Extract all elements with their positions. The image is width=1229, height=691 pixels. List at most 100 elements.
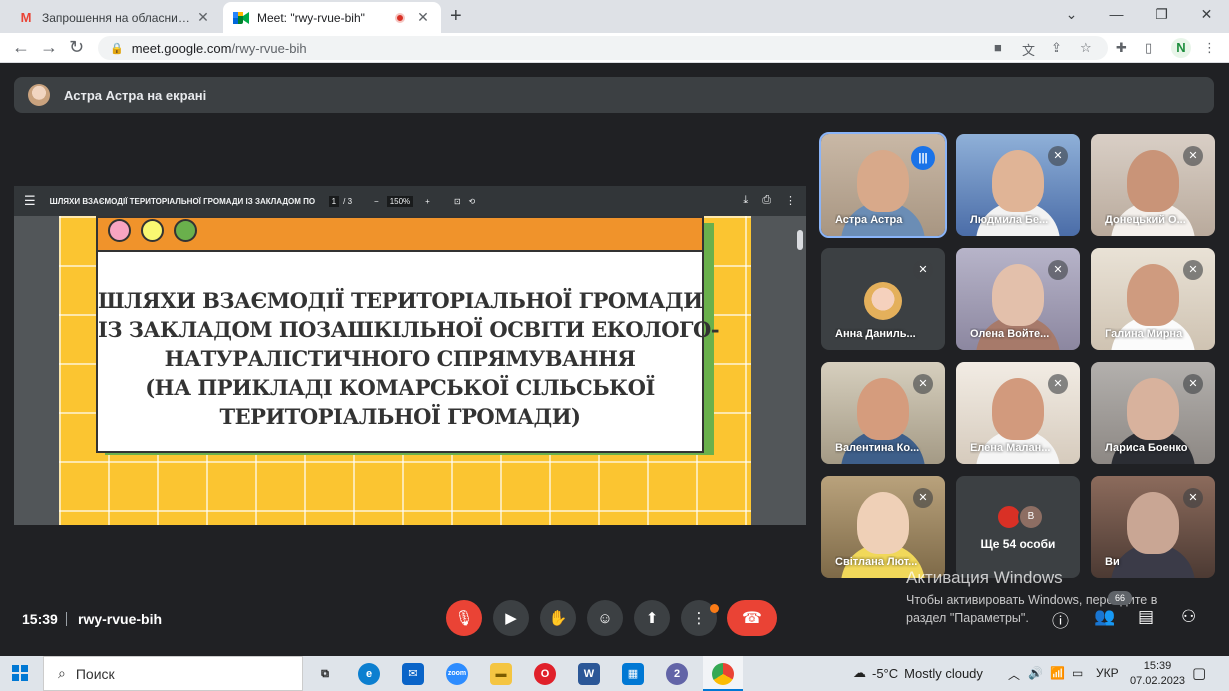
close-icon[interactable]: ✕	[195, 9, 211, 26]
taskbar-search-input[interactable]: ⌕ Поиск	[43, 656, 303, 691]
pdf-page: ШЛЯХИ ВЗАЄМОДІЇ ТЕРИТОРІАЛЬНОЇ ГРОМАДИ І…	[59, 216, 751, 525]
network-icon[interactable]: 📶	[1050, 666, 1065, 680]
smiley-icon: ☺	[597, 609, 613, 627]
camera-icon[interactable]: ■	[994, 40, 1002, 55]
tray-chevron-icon[interactable]: ︿	[1008, 666, 1020, 683]
participant-tile[interactable]: ✕ Анна Даниль...	[821, 248, 945, 350]
weather-widget[interactable]: ☁ -5°C Mostly cloudy	[853, 665, 983, 681]
new-tab-icon[interactable]: +	[450, 5, 462, 28]
participant-tile[interactable]: ||| Астра Астра	[819, 132, 947, 238]
teams-icon[interactable]: 2	[666, 663, 688, 685]
hang-up-icon: ☎	[742, 610, 762, 627]
scrollbar-thumb[interactable]	[797, 230, 803, 250]
window-close-icon[interactable]: ✕	[1184, 0, 1229, 30]
file-explorer-icon[interactable]: ▬	[490, 663, 512, 685]
mic-off-icon: ✕	[1183, 374, 1203, 394]
fit-page-icon[interactable]: ⊡	[454, 197, 461, 206]
weather-text: Mostly cloudy	[904, 665, 983, 681]
participant-face	[992, 264, 1044, 326]
present-button[interactable]: ⬆	[634, 600, 670, 636]
people-icon[interactable]: 👥	[1094, 607, 1115, 627]
opera-icon[interactable]: O	[534, 663, 556, 685]
meeting-info-icon[interactable]: ⓘ	[1052, 607, 1069, 632]
side-panel-icon[interactable]: ▯	[1145, 40, 1152, 56]
more-vert-icon[interactable]: ⋮	[785, 194, 796, 207]
back-icon[interactable]: ←	[12, 37, 30, 58]
url-input[interactable]: 🔒 meet.google.com/rwy-rvue-bih	[98, 36, 1108, 60]
pdf-zoom: − 150% + ⊡ ⟲	[374, 195, 476, 207]
more-avatars: В	[996, 504, 1044, 530]
participant-tile[interactable]: ✕ Елена Малан...	[956, 362, 1080, 464]
window-controls: ⌄ — ❐ ✕	[1049, 0, 1229, 30]
word-icon[interactable]: W	[578, 663, 600, 685]
tab-search-icon[interactable]: ⌄	[1049, 0, 1094, 30]
tab-gmail[interactable]: M Запрошення на обласний семі ✕	[8, 2, 221, 33]
mic-off-icon: ✕	[1048, 260, 1068, 280]
battery-icon[interactable]: ▭	[1072, 666, 1083, 680]
menu-dots-icon[interactable]: ⋮	[1203, 40, 1216, 56]
tab-title: Запрошення на обласний семі	[42, 10, 195, 25]
pdf-page-input[interactable]: 1	[328, 195, 340, 207]
forward-icon[interactable]: →	[40, 37, 58, 58]
chat-icon[interactable]: ▤	[1138, 607, 1154, 627]
mail-icon[interactable]: ✉	[402, 663, 424, 685]
video-camera-icon: ▶	[505, 610, 517, 627]
mic-off-icon: 🎙	[454, 610, 474, 627]
windows-start-icon[interactable]	[12, 665, 28, 681]
download-icon[interactable]: ⤓	[743, 194, 748, 207]
raise-hand-button[interactable]: ✋	[540, 600, 576, 636]
mic-toggle-button[interactable]: 🎙	[446, 600, 482, 636]
volume-icon[interactable]: 🔊	[1028, 666, 1043, 680]
zoom-out-icon[interactable]: −	[374, 197, 379, 206]
share-icon[interactable]: ⇪	[1051, 40, 1062, 56]
participant-tile[interactable]: ✕ Людмила Бе...	[956, 134, 1080, 236]
leave-call-button[interactable]: ☎	[727, 600, 777, 636]
participant-face	[1127, 378, 1179, 440]
restore-icon[interactable]: ❐	[1139, 0, 1184, 30]
print-icon[interactable]: ⎙	[762, 194, 771, 207]
more-vert-icon: ⋮	[691, 610, 707, 627]
participant-tile[interactable]: ✕ Галина Мирна	[1091, 248, 1215, 350]
extensions-icon[interactable]: ✚	[1116, 40, 1127, 56]
notification-center-icon[interactable]: ▢	[1192, 664, 1206, 682]
taskbar-clock[interactable]: 15:39 07.02.2023	[1130, 659, 1185, 689]
mic-off-icon: ✕	[913, 374, 933, 394]
slide-title-line: ТЕРИТОРІАЛЬНОЇ ГРОМАДИ)	[219, 404, 581, 429]
participant-tile-more[interactable]: В Ще 54 особи	[956, 476, 1080, 578]
pdf-scrollbar[interactable]	[796, 218, 804, 523]
zoom-level[interactable]: 150%	[386, 195, 414, 207]
participant-tile-self[interactable]: ✕ Ви	[1091, 476, 1215, 578]
profile-avatar[interactable]: N	[1171, 38, 1191, 58]
camera-toggle-button[interactable]: ▶	[493, 600, 529, 636]
edge-icon[interactable]: e	[358, 663, 380, 685]
bookmark-star-icon[interactable]: ☆	[1080, 40, 1092, 56]
present-screen-icon: ⬆	[645, 610, 659, 627]
participant-tile[interactable]: ✕ Олена Войте...	[956, 248, 1080, 350]
windows-taskbar: ⌕ Поиск ⧉ e ✉ zoom ▬ O W ▦ 2 ☁ -5°C Most…	[0, 656, 1229, 691]
store-icon[interactable]: ▦	[622, 663, 644, 685]
slide-card-header	[98, 218, 702, 252]
reload-icon[interactable]: ↻	[69, 37, 84, 58]
browser-tab-bar: M Запрошення на обласний семі ✕ Meet: "r…	[0, 0, 1229, 33]
language-indicator[interactable]: УКР	[1096, 666, 1119, 680]
hamburger-menu-icon[interactable]: ☰	[24, 193, 36, 209]
zoom-app-icon[interactable]: zoom	[446, 663, 468, 685]
close-icon[interactable]: ✕	[415, 9, 431, 26]
participant-tile[interactable]: ✕ Валентина Ко...	[821, 362, 945, 464]
participant-tile[interactable]: ✕ Донецький О...	[1091, 134, 1215, 236]
tab-meet[interactable]: Meet: "rwy-rvue-bih" ✕	[223, 2, 441, 33]
reactions-button[interactable]: ☺	[587, 600, 623, 636]
zoom-in-icon[interactable]: +	[425, 197, 430, 206]
translate-icon[interactable]: 文	[1022, 40, 1035, 59]
participant-tile[interactable]: ✕ Світлана Лют...	[821, 476, 945, 578]
shared-screen[interactable]: ☰ ШЛЯХИ ВЗАЄМОДІЇ ТЕРИТОРІАЛЬНОЇ ГРОМАДИ…	[14, 186, 806, 525]
rotate-icon[interactable]: ⟲	[469, 197, 476, 206]
activities-icon[interactable]: ⚇	[1181, 607, 1196, 627]
participant-face	[992, 378, 1044, 440]
task-view-icon[interactable]: ⧉	[314, 663, 336, 685]
participant-tile[interactable]: ✕ Лариса Боенко	[1091, 362, 1215, 464]
chrome-icon[interactable]	[712, 663, 734, 685]
notification-dot	[710, 604, 719, 613]
minimize-icon[interactable]: —	[1094, 0, 1139, 30]
meet-stage: Астра Астра на екрані ☰ ШЛЯХИ ВЗАЄМОДІЇ …	[0, 63, 1229, 656]
